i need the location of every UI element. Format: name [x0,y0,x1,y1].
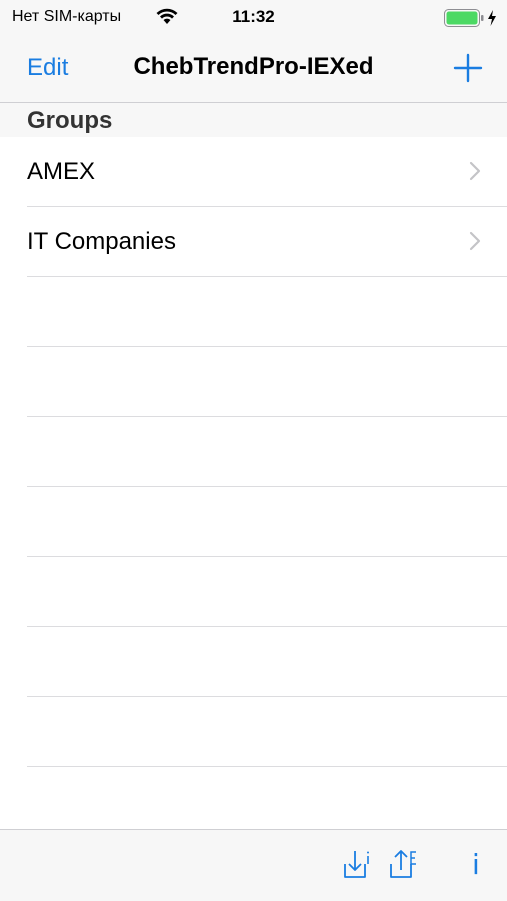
chevron-right-icon [469,231,481,251]
clock: 11:32 [232,7,275,26]
plus-icon[interactable] [453,53,483,83]
navigation-bar: Edit ChebTrendPro-IEXed [0,36,507,103]
page-title: ChebTrendPro-IEXed [133,53,374,80]
empty-row [27,557,507,627]
table-row-amex[interactable]: AMEX [27,137,507,207]
table-row-it-companies[interactable]: IT Companies [27,207,507,277]
empty-row [27,487,507,557]
section-header: Groups [0,103,507,137]
empty-row [27,767,507,837]
import-download-icon[interactable] [341,848,371,880]
status-bar: Нет SIM-карты 11:32 [0,0,507,36]
empty-row [27,417,507,487]
row-label: AMEX [27,158,96,185]
info-button[interactable]: i [472,848,480,881]
export-upload-icon[interactable] [387,848,417,880]
empty-row [27,347,507,417]
empty-row [27,697,507,767]
groups-table: AMEX IT Companies [0,137,507,837]
section-header-label: Groups [27,107,113,134]
row-label: IT Companies [27,228,176,255]
chevron-right-icon [469,161,481,181]
empty-row [27,277,507,347]
bottom-toolbar: i [0,829,507,901]
empty-row [27,627,507,697]
charging-bolt-icon [488,10,496,26]
battery-icon [444,9,484,27]
